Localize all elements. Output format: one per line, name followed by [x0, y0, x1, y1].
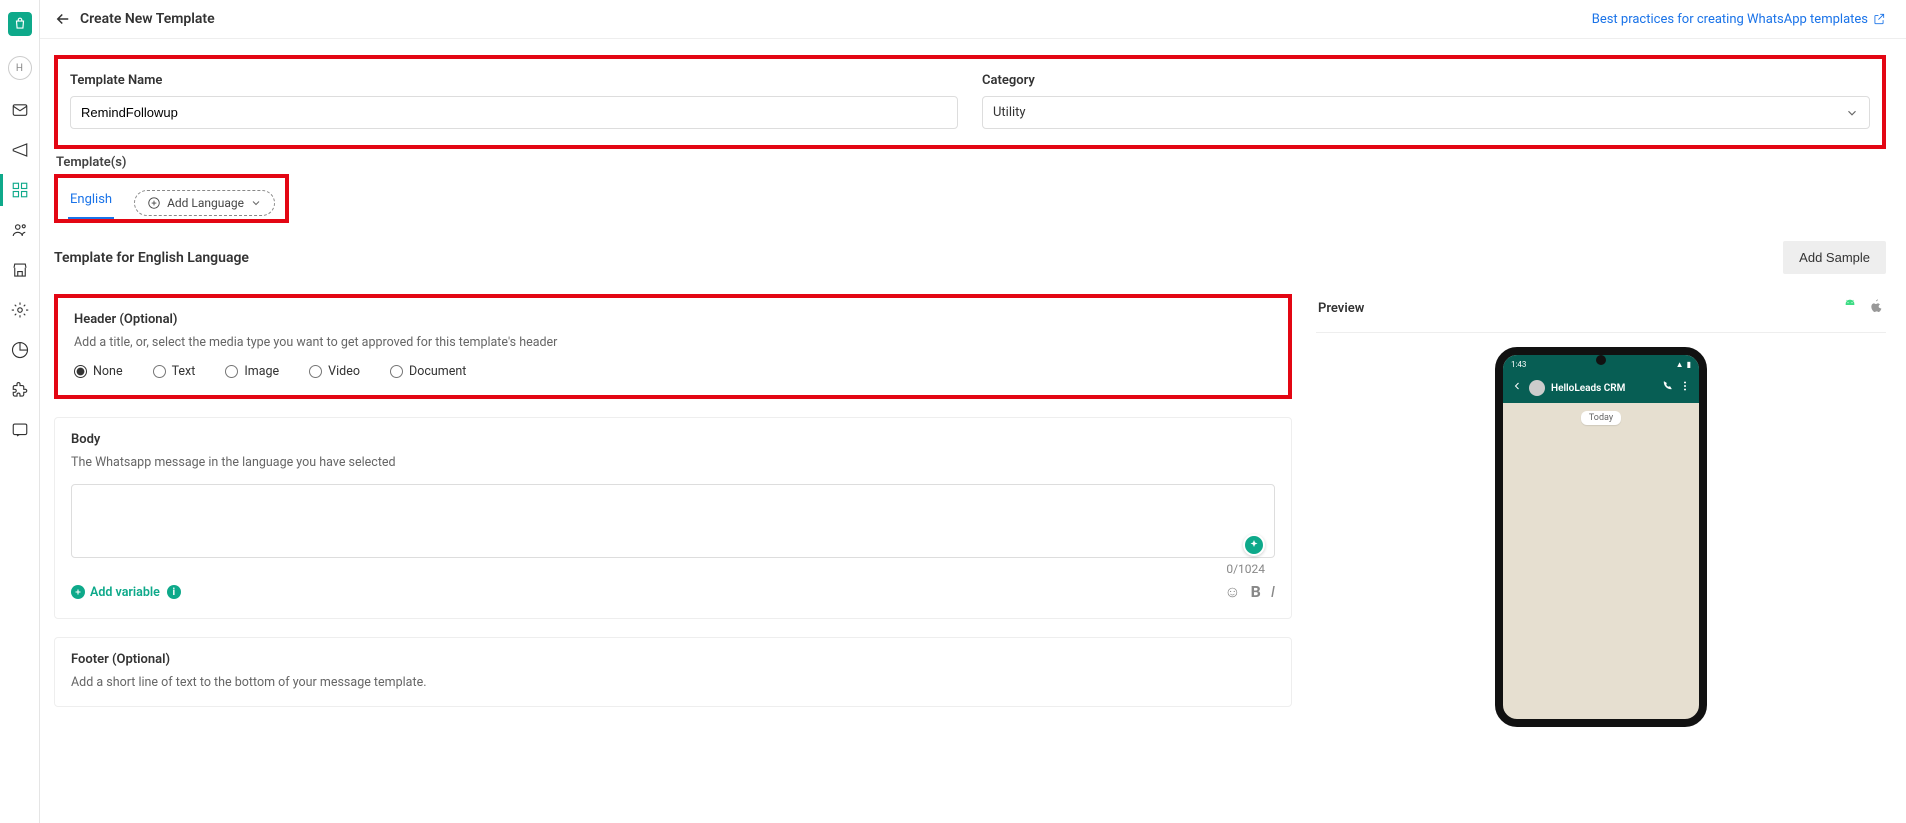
footer-card: Footer (Optional) Add a short line of te…: [54, 637, 1292, 707]
footer-card-title: Footer (Optional): [71, 652, 1275, 667]
add-language-label: Add Language: [167, 196, 244, 210]
page-title: Create New Template: [80, 11, 215, 27]
back-icon[interactable]: [54, 10, 72, 28]
chat-avatar: [1529, 380, 1545, 396]
contacts-icon[interactable]: [10, 220, 30, 240]
chevron-down-icon: [250, 197, 262, 209]
category-value: Utility: [993, 105, 1026, 120]
extension-icon[interactable]: [10, 380, 30, 400]
category-select[interactable]: Utility: [982, 96, 1870, 129]
info-icon: i: [167, 585, 181, 599]
add-variable-label: Add variable: [90, 585, 160, 600]
body-card: Body The Whatsapp message in the languag…: [54, 417, 1292, 619]
radio-image[interactable]: Image: [225, 364, 279, 379]
assistant-badge-icon[interactable]: [1243, 534, 1265, 556]
char-counter: 0/1024: [1226, 562, 1265, 576]
footer-card-desc: Add a short line of text to the bottom o…: [71, 675, 1275, 690]
preview-label: Preview: [1318, 301, 1364, 316]
chat-icon[interactable]: [10, 420, 30, 440]
radio-none[interactable]: None: [74, 364, 123, 379]
mail-icon[interactable]: [10, 100, 30, 120]
body-card-desc: The Whatsapp message in the language you…: [71, 455, 1275, 470]
plus-icon: [71, 585, 85, 599]
tab-english[interactable]: English: [68, 186, 114, 219]
add-variable-button[interactable]: Add variable i: [71, 585, 181, 600]
main: Create New Template Best practices for c…: [40, 0, 1906, 823]
body-card-title: Body: [71, 432, 1275, 447]
bold-icon[interactable]: B: [1251, 582, 1261, 602]
store-icon[interactable]: [10, 260, 30, 280]
header-card-desc: Add a title, or, select the media type y…: [74, 335, 1272, 350]
template-name-input[interactable]: [70, 96, 958, 129]
header-card-title: Header (Optional): [74, 312, 1272, 327]
day-pill: Today: [1581, 411, 1621, 425]
category-label: Category: [982, 73, 1870, 88]
chat-contact-name: HelloLeads CRM: [1551, 383, 1655, 394]
settings-icon[interactable]: [10, 300, 30, 320]
apple-icon[interactable]: [1868, 298, 1884, 318]
language-bar-highlight: English Add Language: [54, 174, 289, 223]
preview-panel: Preview 1:43 ▲▮: [1316, 294, 1886, 727]
section-title: Template for English Language: [54, 250, 249, 266]
template-name-label: Template Name: [70, 73, 958, 88]
section-header: Template for English Language Add Sample: [54, 241, 1886, 274]
best-practices-text: Best practices for creating WhatsApp tem…: [1592, 12, 1868, 27]
phone-mockup: 1:43 ▲▮ HelloLeads CRM Today: [1495, 347, 1707, 727]
italic-icon[interactable]: I: [1271, 582, 1275, 602]
chevron-down-icon: [1845, 106, 1859, 120]
external-link-icon: [1872, 12, 1886, 26]
app-logo[interactable]: [8, 12, 32, 36]
add-language-button[interactable]: Add Language: [134, 190, 275, 216]
chat-back-icon: [1511, 380, 1523, 396]
templates-label: Template(s): [56, 155, 1886, 170]
analytics-icon[interactable]: [10, 340, 30, 360]
plus-circle-icon: [147, 196, 161, 210]
header-card: Header (Optional) Add a title, or, selec…: [54, 294, 1292, 399]
name-category-row: Template Name Category Utility: [54, 55, 1886, 149]
call-icon: [1661, 380, 1673, 396]
phone-camera-notch: [1596, 355, 1606, 365]
emoji-icon[interactable]: ☺: [1224, 582, 1240, 602]
templates-icon[interactable]: [10, 180, 30, 200]
body-textarea[interactable]: [71, 484, 1275, 558]
radio-video[interactable]: Video: [309, 364, 360, 379]
android-icon[interactable]: [1842, 298, 1858, 318]
topbar: Create New Template Best practices for c…: [40, 0, 1906, 39]
chat-header: HelloLeads CRM: [1503, 373, 1699, 403]
campaign-icon[interactable]: [10, 140, 30, 160]
add-sample-button[interactable]: Add Sample: [1783, 241, 1886, 274]
radio-text[interactable]: Text: [153, 364, 196, 379]
sidebar: H: [0, 0, 40, 823]
content: Template Name Category Utility Template(…: [40, 39, 1906, 823]
radio-document[interactable]: Document: [390, 364, 466, 379]
best-practices-link[interactable]: Best practices for creating WhatsApp tem…: [1592, 12, 1886, 27]
user-avatar[interactable]: H: [8, 56, 32, 80]
more-icon: [1679, 380, 1691, 396]
